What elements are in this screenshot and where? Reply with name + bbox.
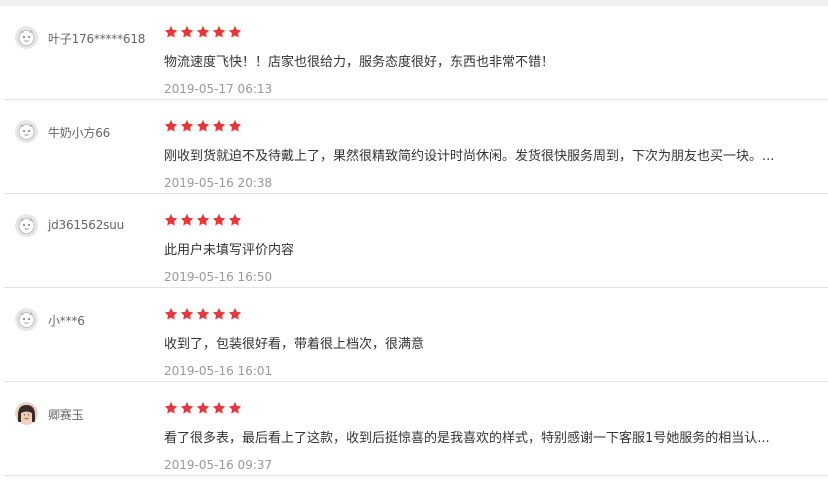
star-icon (180, 213, 194, 226)
star-icon (212, 401, 226, 414)
review-item: jd361562suu 此用户未填写评价内容 2019-05-16 16:50 (4, 194, 828, 288)
star-icon (164, 401, 178, 414)
username: 叶子176*****618 (48, 32, 146, 46)
star-icon (228, 119, 242, 132)
review-item: 卿赛玉 看了很多表，最后看上了这款，收到后挺惊喜的是我喜欢的样式，特别感谢一下客… (4, 382, 828, 476)
review-content: 收到了，包装很好看，带着很上档次，很满意 (164, 337, 425, 352)
star-rating (164, 213, 242, 227)
review-content: 刚收到货就迫不及待戴上了，果然很精致简约设计时尚休闲。发货很快服务周到，下次为朋… (164, 149, 775, 164)
review-item: 牛奶小方66 刚收到货就迫不及待戴上了，果然很精致简约设计时尚休闲。发货很快服务… (4, 100, 828, 194)
review-content: 物流速度飞快！！店家也很给力，服务态度很好，东西也非常不错！ (164, 55, 555, 70)
star-rating (164, 401, 242, 415)
star-rating (164, 119, 242, 133)
username: 小***6 (48, 314, 85, 328)
star-icon (196, 401, 210, 414)
review-list: 叶子176*****618 物流速度飞快！！店家也很给力，服务态度很好，东西也非… (0, 6, 828, 487)
star-icon (228, 213, 242, 226)
star-icon (212, 25, 226, 38)
star-icon (228, 307, 242, 320)
review-date: 2019-05-16 09:37 (164, 458, 273, 472)
username: jd361562suu (48, 218, 125, 232)
review-content: 看了很多表，最后看上了这款，收到后挺惊喜的是我喜欢的样式，特别感谢一下客服1号她… (164, 431, 770, 446)
review-date: 2019-05-16 16:01 (164, 364, 273, 378)
review-item: 小***6 收到了，包装很好看，带着很上档次，很满意 2019-05-16 16… (4, 288, 828, 382)
default-avatar-icon[interactable] (15, 26, 38, 49)
default-avatar-icon[interactable] (15, 120, 38, 143)
star-rating (164, 25, 242, 39)
star-icon (180, 307, 194, 320)
star-icon (164, 25, 178, 38)
star-icon (164, 213, 178, 226)
star-icon (180, 119, 194, 132)
star-icon (228, 25, 242, 38)
star-icon (212, 213, 226, 226)
review-item: 叶子176*****618 物流速度飞快！！店家也很给力，服务态度很好，东西也非… (4, 6, 828, 100)
review-date: 2019-05-17 06:13 (164, 82, 273, 96)
username: 牛奶小方66 (48, 126, 111, 140)
default-avatar-icon[interactable] (15, 308, 38, 331)
star-icon (196, 119, 210, 132)
star-icon (228, 401, 242, 414)
star-icon (196, 25, 210, 38)
star-icon (212, 307, 226, 320)
star-icon (164, 119, 178, 132)
star-icon (164, 307, 178, 320)
review-date: 2019-05-16 20:38 (164, 176, 273, 190)
star-icon (180, 25, 194, 38)
user-photo-avatar[interactable] (15, 402, 38, 425)
default-avatar-icon[interactable] (15, 214, 38, 237)
star-icon (196, 307, 210, 320)
star-icon (212, 119, 226, 132)
username: 卿赛玉 (48, 408, 84, 422)
star-rating (164, 307, 242, 321)
star-icon (196, 213, 210, 226)
star-icon (180, 401, 194, 414)
review-date: 2019-05-16 16:50 (164, 270, 273, 284)
review-content: 此用户未填写评价内容 (164, 243, 295, 258)
